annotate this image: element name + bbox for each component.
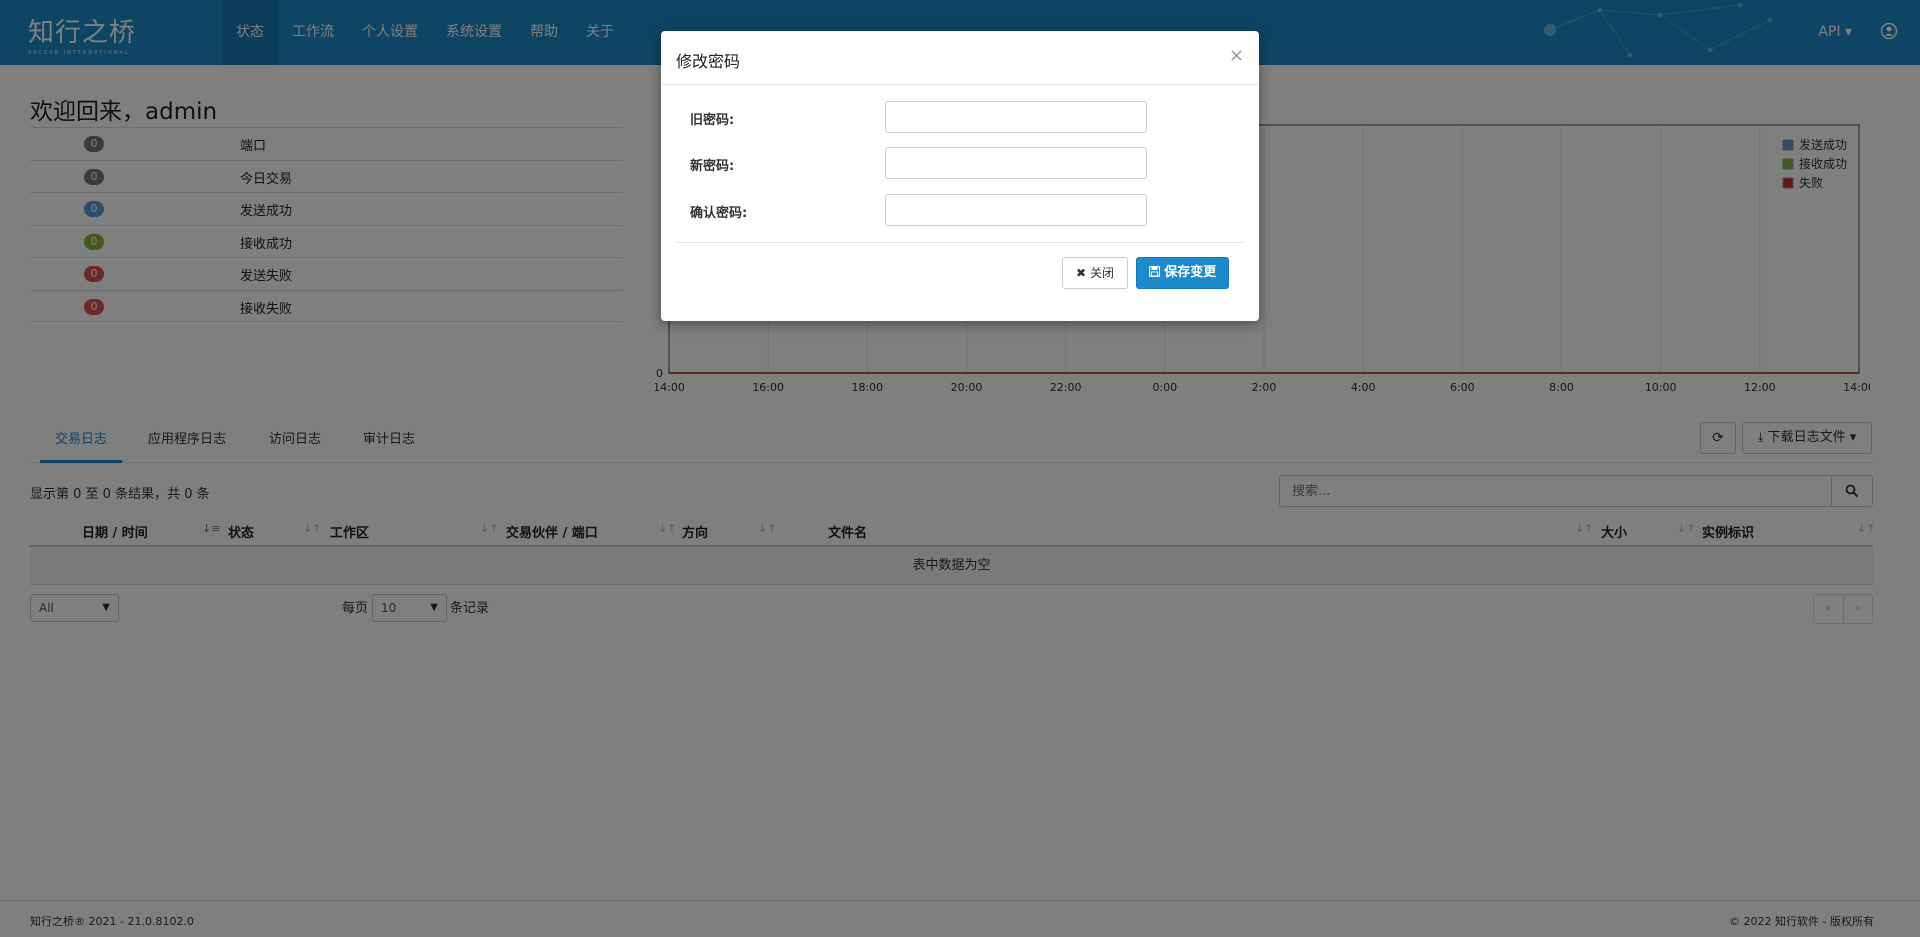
modal-header: 修改密码 ×: [661, 31, 1259, 85]
save-button-label: 保存变更: [1164, 265, 1217, 280]
close-button[interactable]: ✖ 关闭: [1062, 257, 1128, 289]
change-password-dialog: 修改密码 × 旧密码: 新密码: 确认密码: ✖ 关闭 保存变更: [661, 31, 1259, 321]
confirm-password-label: 确认密码:: [690, 206, 748, 221]
old-password-row: 旧密码:: [661, 101, 1259, 133]
new-password-label: 新密码:: [690, 159, 735, 174]
new-password-field[interactable]: [885, 147, 1147, 179]
modal-title: 修改密码: [676, 52, 741, 71]
old-password-label: 旧密码:: [690, 113, 735, 128]
old-password-field[interactable]: [885, 101, 1147, 133]
confirm-password-row: 确认密码:: [661, 194, 1259, 226]
times-icon: ✖: [1076, 266, 1087, 280]
modal-divider: [676, 242, 1244, 243]
confirm-password-field[interactable]: [885, 194, 1147, 226]
new-password-row: 新密码:: [661, 147, 1259, 179]
close-icon[interactable]: ×: [1229, 45, 1244, 66]
floppy-disk-icon: [1148, 265, 1160, 278]
save-button[interactable]: 保存变更: [1136, 257, 1229, 289]
close-button-label: 关闭: [1089, 266, 1114, 280]
